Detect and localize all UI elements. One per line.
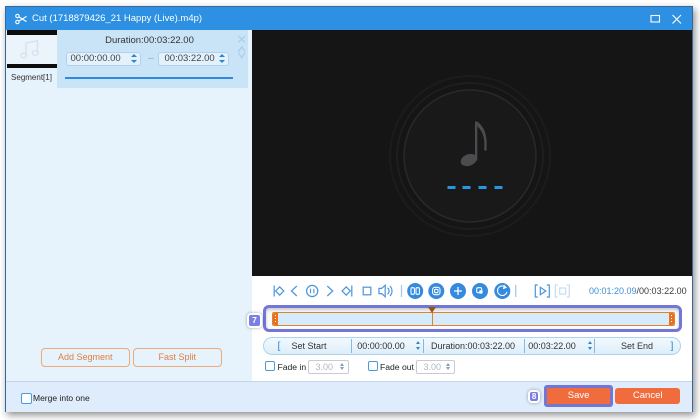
svg-text:00:01:20.09/00:03:22.00: 00:01:20.09/00:03:22.00 xyxy=(589,286,687,296)
